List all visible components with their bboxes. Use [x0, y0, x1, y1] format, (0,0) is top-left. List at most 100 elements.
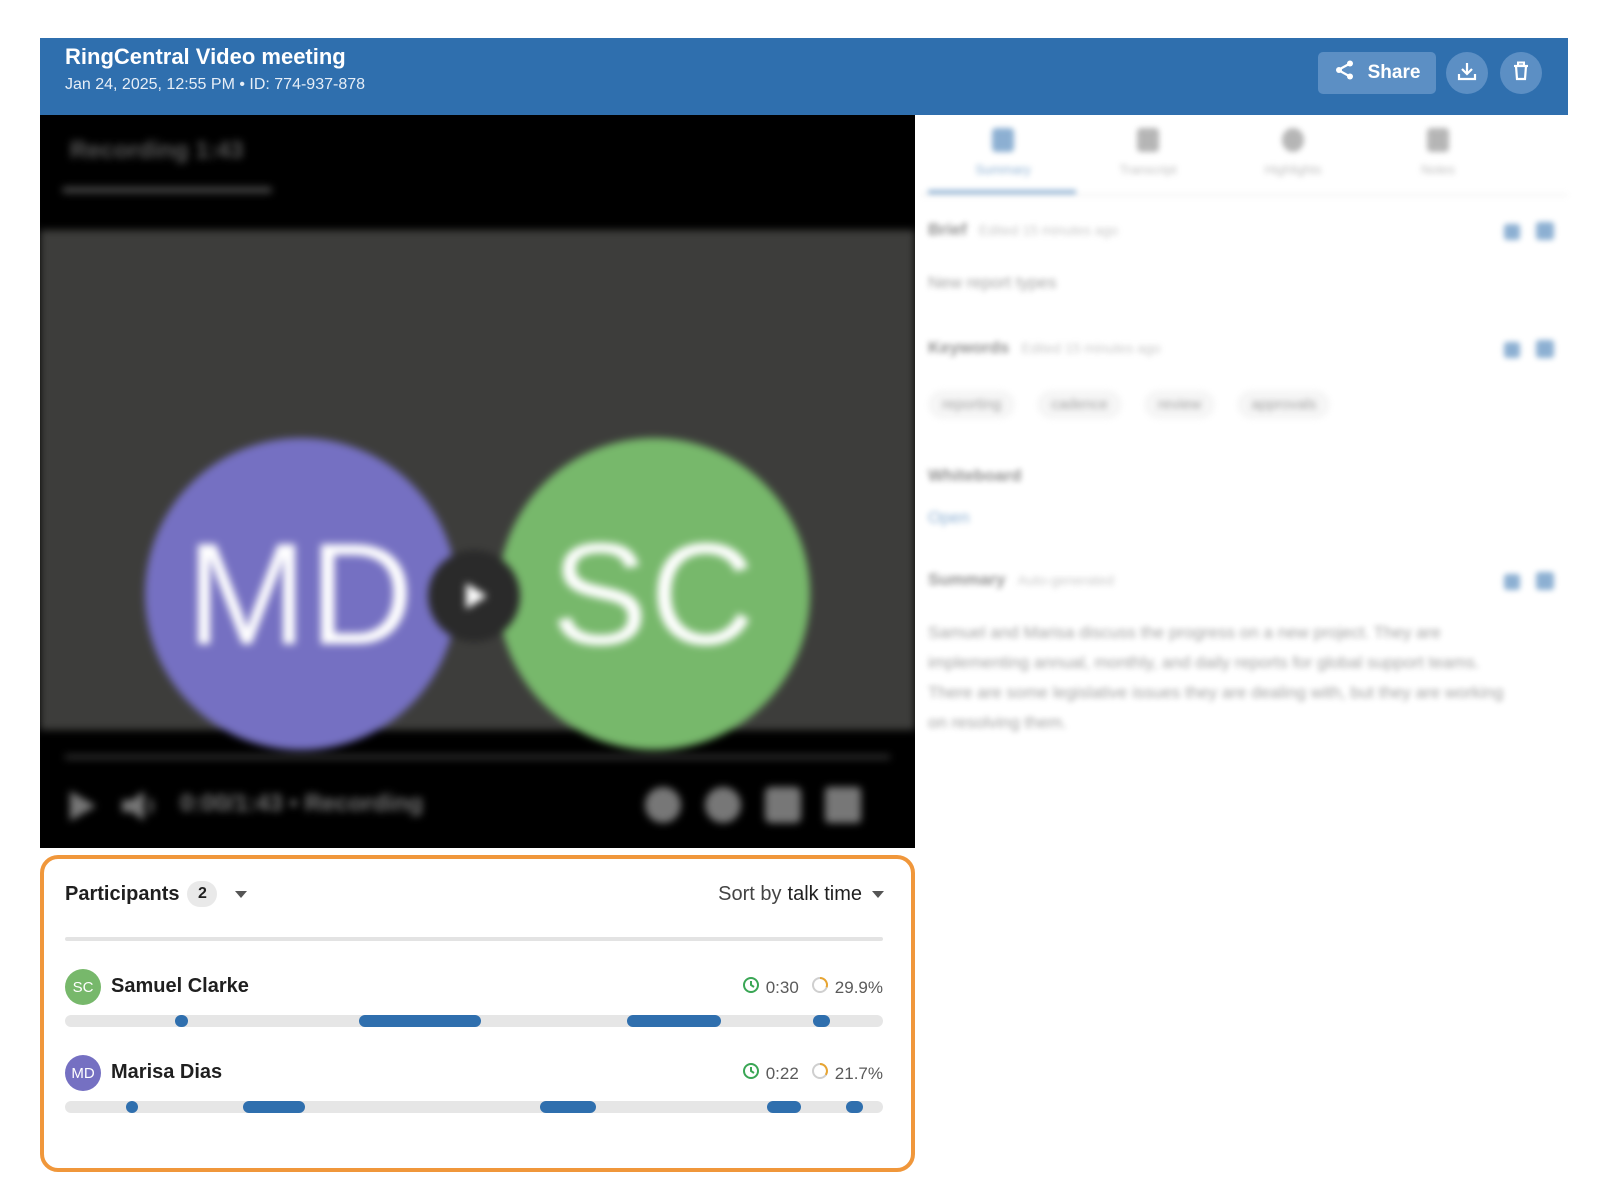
- tab-highlights[interactable]: Highlights: [1218, 128, 1368, 177]
- talk-time: 0:22: [765, 1063, 799, 1083]
- participant-avatar-md: MD: [145, 438, 457, 750]
- talk-time: 0:30: [765, 977, 799, 997]
- pie-icon: [811, 976, 829, 999]
- share-icon: [1334, 59, 1356, 87]
- avatar: SC: [65, 969, 101, 1005]
- star-icon: [1282, 128, 1304, 152]
- details-panel: Summary Transcript Highlights Notes Brie…: [920, 118, 1568, 1178]
- talk-time-stat: 0:22: [742, 1062, 799, 1085]
- keyword-chip[interactable]: approvals: [1237, 390, 1331, 419]
- settings-icon[interactable]: [705, 787, 741, 823]
- talk-segment: [540, 1101, 596, 1113]
- tab-summary[interactable]: Summary: [928, 128, 1078, 177]
- brief-title: Brief: [928, 220, 967, 239]
- meeting-title: RingCentral Video meeting: [65, 44, 346, 69]
- sort-dropdown[interactable]: Sort by talk time: [718, 883, 884, 906]
- keywords-meta: Edited 15 minutes ago: [1021, 340, 1161, 356]
- edit-icon[interactable]: [1504, 342, 1520, 358]
- share-label: Share: [1367, 62, 1421, 83]
- summary-text: Samuel and Marisa discuss the progress o…: [928, 623, 1504, 732]
- participant-avatar-sc: SC: [498, 438, 810, 750]
- keyword-chip[interactable]: review: [1143, 390, 1216, 419]
- participant-stats: 0:30 29.9%: [742, 976, 883, 999]
- talk-percent: 29.9%: [834, 977, 883, 997]
- trash-icon: [1510, 60, 1532, 87]
- brief-meta: Edited 15 minutes ago: [978, 222, 1119, 238]
- tab-label: Transcript: [1119, 162, 1177, 177]
- talk-segment: [846, 1101, 863, 1113]
- avatar: MD: [65, 1055, 101, 1091]
- captions-icon[interactable]: [765, 787, 801, 823]
- talk-segment: [359, 1015, 481, 1027]
- meeting-header: RingCentral Video meeting Jan 24, 2025, …: [40, 38, 1568, 115]
- participant-row[interactable]: MD Marisa Dias 0:22 21.7%: [65, 1055, 883, 1125]
- pie-icon: [811, 1062, 829, 1085]
- talk-segment: [242, 1101, 306, 1113]
- play-icon[interactable]: [428, 550, 520, 642]
- pencil-icon: [1427, 128, 1449, 152]
- talk-segment: [626, 1015, 722, 1027]
- video-player[interactable]: Recording 1:43 MD SC 0:00/1:43 • Recordi…: [40, 115, 915, 848]
- keywords-title: Keywords: [928, 338, 1010, 357]
- seek-bar[interactable]: [65, 755, 890, 759]
- talk-percent: 21.7%: [834, 1063, 883, 1083]
- talk-time-stat: 0:30: [742, 976, 799, 999]
- meeting-subtitle: Jan 24, 2025, 12:55 PM • ID: 774-937-878: [65, 76, 366, 93]
- talk-segment: [766, 1101, 802, 1113]
- divider: [65, 937, 883, 941]
- download-button[interactable]: [1446, 52, 1488, 94]
- edit-icon[interactable]: [1504, 224, 1520, 240]
- tab-label: Notes: [1421, 162, 1455, 177]
- summary-heading: Summary Auto-generated: [928, 570, 1114, 590]
- brief-heading: Brief Edited 15 minutes ago: [928, 220, 1118, 240]
- participant-row[interactable]: SC Samuel Clarke 0:30 29.9%: [65, 969, 883, 1039]
- talk-segment: [175, 1015, 188, 1027]
- volume-icon[interactable]: [120, 789, 160, 828]
- participants-panel: Participants 2 Sort by talk time SC Samu…: [40, 855, 915, 1172]
- copy-icon[interactable]: [1536, 340, 1554, 358]
- talk-timeline[interactable]: [65, 1015, 883, 1027]
- talk-timeline[interactable]: [65, 1101, 883, 1113]
- copy-icon[interactable]: [1536, 222, 1554, 240]
- summary-title: Summary: [928, 570, 1006, 589]
- participant-name: Marisa Dias: [111, 1061, 223, 1083]
- download-icon: [1456, 60, 1478, 87]
- participants-header[interactable]: Participants 2: [65, 881, 248, 907]
- whiteboard-open-link[interactable]: Open: [928, 508, 970, 528]
- tab-label: Summary: [975, 162, 1031, 177]
- recording-label: Recording 1:43: [70, 137, 244, 164]
- summary-meta: Auto-generated: [1017, 572, 1115, 588]
- participant-name: Samuel Clarke: [111, 975, 249, 997]
- delete-button[interactable]: [1500, 52, 1542, 94]
- link-icon[interactable]: [645, 787, 681, 823]
- tab-bar: Summary Transcript Highlights Notes: [920, 118, 1568, 196]
- share-button[interactable]: Share: [1318, 52, 1436, 94]
- keyword-chips: reporting cadence review approvals: [928, 390, 1331, 419]
- brief-text: New report types: [928, 273, 1057, 292]
- sort-prefix: Sort by: [718, 883, 782, 905]
- chevron-down-icon[interactable]: [235, 890, 248, 898]
- active-tab-indicator: [928, 190, 1076, 194]
- clock-icon: [742, 976, 760, 999]
- talk-percent-stat: 29.9%: [811, 976, 883, 999]
- video-stage: MD SC: [40, 230, 915, 750]
- sort-value: talk time: [787, 883, 862, 905]
- document-icon: [992, 128, 1014, 152]
- whiteboard-title: Whiteboard: [928, 466, 1022, 485]
- chevron-down-icon: [872, 891, 884, 898]
- copy-icon[interactable]: [1536, 572, 1554, 590]
- video-blurred-content: Recording 1:43 MD SC 0:00/1:43 • Recordi…: [40, 115, 915, 848]
- fullscreen-icon[interactable]: [825, 787, 861, 823]
- tab-transcript[interactable]: Transcript: [1073, 128, 1223, 177]
- keyword-chip[interactable]: cadence: [1037, 390, 1122, 419]
- edit-icon[interactable]: [1504, 574, 1520, 590]
- details-blurred-content: Summary Transcript Highlights Notes Brie…: [920, 118, 1568, 1178]
- transcript-icon: [1137, 128, 1159, 152]
- participant-stats: 0:22 21.7%: [742, 1062, 883, 1085]
- tab-notes[interactable]: Notes: [1363, 128, 1513, 177]
- recording-progress: [62, 187, 272, 193]
- participants-count-badge: 2: [187, 881, 218, 907]
- play-control-icon[interactable]: [66, 789, 98, 828]
- keyword-chip[interactable]: reporting: [928, 390, 1016, 419]
- talk-segment: [813, 1015, 830, 1027]
